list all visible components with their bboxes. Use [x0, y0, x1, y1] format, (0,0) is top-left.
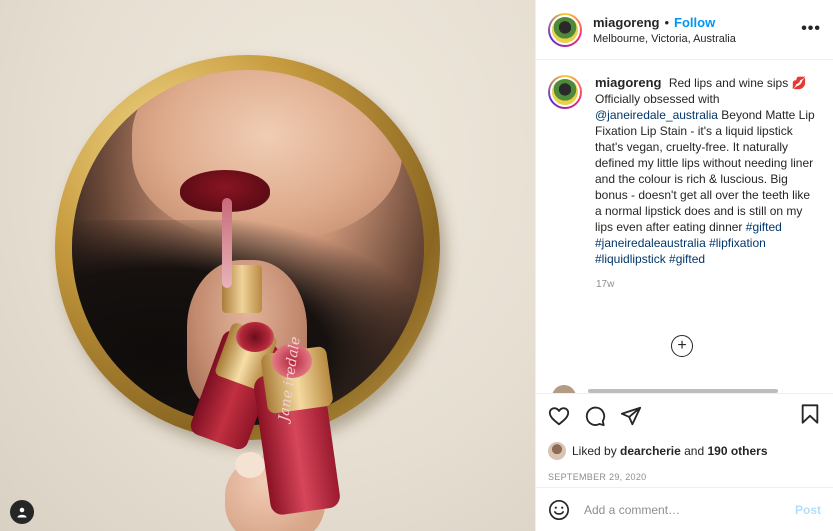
post-photo[interactable]: Jane iredale — [0, 0, 535, 531]
liked-by-others[interactable]: 190 others — [707, 444, 767, 458]
face-skin — [132, 70, 402, 240]
likes-summary: Liked by dearcherie and 190 others — [548, 442, 821, 460]
caption-text-3: Beyond Matte Lip Fixation Lip Stain - it… — [595, 108, 815, 234]
bookmark-button[interactable] — [799, 403, 821, 430]
caption-text: miagoreng Red lips and wine sips 💋 Offic… — [595, 75, 820, 267]
author-avatar[interactable] — [548, 12, 582, 47]
comments-section: miagoreng Red lips and wine sips 💋 Offic… — [536, 61, 833, 393]
caption-text-1: Red lips and wine sips — [668, 76, 789, 90]
tagged-users-button[interactable] — [10, 500, 34, 524]
heart-icon[interactable] — [548, 405, 570, 427]
add-comment-bar: Post — [536, 487, 833, 531]
caption-time: 17w — [596, 279, 615, 290]
author-username[interactable]: miagoreng — [593, 15, 659, 30]
person-icon — [17, 507, 27, 518]
load-more-comments-button[interactable]: + — [671, 335, 693, 357]
lipstick-tube-opening — [236, 322, 274, 352]
post-comment-button[interactable]: Post — [795, 503, 821, 517]
hashtag-link[interactable]: #liquidlipstick — [595, 252, 666, 266]
smiley-icon[interactable] — [548, 499, 570, 521]
mention-link[interactable]: @janeiredale_australia — [595, 108, 718, 122]
hashtag-link[interactable]: #gifted — [669, 252, 705, 266]
lip-wand — [222, 198, 232, 288]
comment-input[interactable] — [584, 502, 795, 517]
hashtag-link[interactable]: #gifted — [746, 220, 782, 234]
more-options-button[interactable]: ••• — [801, 20, 821, 38]
liked-by-user[interactable]: dearcherie — [620, 444, 681, 458]
post-header: miagoreng • Follow Melbourne, Victoria, … — [536, 0, 833, 60]
post-actions: Liked by dearcherie and 190 others SEPTE… — [536, 393, 833, 482]
separator-dot: • — [664, 14, 670, 30]
hashtag-link[interactable]: #janeiredaleaustralia — [595, 236, 706, 250]
bookmark-icon[interactable] — [799, 403, 821, 425]
comment-icon[interactable] — [584, 405, 606, 427]
caption: miagoreng Red lips and wine sips 💋 Offic… — [548, 75, 821, 267]
post-side-panel: miagoreng • Follow Melbourne, Victoria, … — [535, 0, 833, 531]
commenter-avatar[interactable] — [552, 385, 576, 393]
caption-text-2: Officially obsessed with — [595, 92, 720, 106]
lips-emoji: 💋 — [791, 76, 807, 90]
share-icon[interactable] — [620, 405, 642, 427]
caption-avatar[interactable] — [548, 75, 582, 109]
follow-button[interactable]: Follow — [674, 15, 715, 30]
liker-avatar[interactable] — [548, 442, 566, 460]
fingernail — [235, 452, 265, 478]
caption-username[interactable]: miagoreng — [595, 75, 661, 90]
post-date[interactable]: SEPTEMBER 29, 2020 — [548, 472, 821, 482]
instagram-post: Jane iredale miagoreng • Follow Melbourn… — [0, 0, 833, 531]
liked-by-prefix: Liked by — [572, 444, 617, 458]
liked-by-and: and — [684, 444, 705, 458]
post-location[interactable]: Melbourne, Victoria, Australia — [593, 33, 736, 45]
list-item — [552, 385, 782, 393]
hashtag-link[interactable]: #lipfixation — [709, 236, 766, 250]
